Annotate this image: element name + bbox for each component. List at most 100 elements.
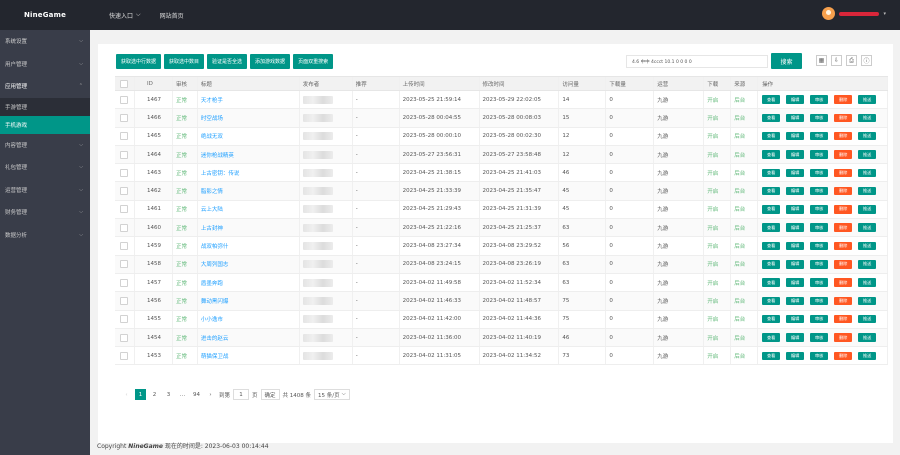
cell-download-toggle[interactable]: 开启: [704, 182, 732, 200]
row-checkbox[interactable]: [120, 113, 129, 122]
review-button[interactable]: 审核: [810, 314, 829, 324]
last-page-button[interactable]: 94: [191, 389, 202, 400]
edit-button[interactable]: 编辑: [786, 314, 805, 324]
edit-button[interactable]: 编辑: [786, 205, 805, 214]
review-button[interactable]: 审核: [810, 205, 829, 214]
review-button[interactable]: 审核: [810, 168, 829, 178]
table-row[interactable]: 1455 正常 小小逸市 -2023-04-02 11:42:00 2023-04-02…: [115, 310, 888, 329]
delete-button[interactable]: 删除: [834, 260, 853, 269]
sidebar-item-data-analysis[interactable]: 数据分析 ⌵: [0, 224, 90, 247]
row-checkbox[interactable]: [120, 260, 129, 269]
edit-button[interactable]: 编辑: [786, 333, 805, 342]
edit-button[interactable]: 编辑: [786, 186, 805, 196]
review-button[interactable]: 审核: [810, 260, 829, 269]
review-button[interactable]: 审核: [810, 351, 829, 361]
review-button[interactable]: 审核: [810, 131, 829, 141]
row-checkbox[interactable]: [120, 95, 129, 104]
cell-download-toggle[interactable]: 开启: [704, 237, 732, 255]
cell-title-link[interactable]: 迷你枪战精英: [198, 145, 300, 164]
page-2-button[interactable]: 2: [149, 389, 160, 400]
push-button[interactable]: 推送: [858, 113, 877, 123]
push-button[interactable]: 推送: [858, 333, 877, 342]
select-all-checkbox[interactable]: [120, 79, 129, 88]
search-button[interactable]: 搜索: [771, 53, 802, 69]
quick-entry-menu[interactable]: 快速入口 ⌵: [109, 11, 141, 20]
row-checkbox[interactable]: [120, 205, 129, 214]
cell-title-link[interactable]: 时空战场: [198, 109, 300, 127]
sidebar-item-system-settings[interactable]: 系统设置 ⌵: [0, 30, 90, 53]
edit-button[interactable]: 编辑: [786, 95, 805, 104]
delete-button[interactable]: 删除: [834, 95, 853, 104]
delete-button[interactable]: 删除: [834, 314, 853, 324]
delete-button[interactable]: 删除: [834, 351, 853, 361]
table-row[interactable]: 1464 正常 迷你枪战精英 -2023-05-27 23:56:31 2023-05-…: [115, 145, 888, 165]
avatar[interactable]: [822, 7, 836, 20]
next-page-button[interactable]: ›: [205, 389, 216, 400]
cell-download-toggle[interactable]: 开启: [704, 292, 732, 310]
cell-title-link[interactable]: 大周列国志: [198, 255, 300, 273]
cell-download-toggle[interactable]: 开启: [704, 328, 732, 347]
view-button[interactable]: 查看: [762, 314, 781, 324]
cell-title-link[interactable]: 上古封神: [198, 219, 300, 237]
cell-download-toggle[interactable]: 开启: [704, 109, 732, 127]
edit-button[interactable]: 编辑: [786, 296, 805, 306]
edit-button[interactable]: 编辑: [786, 113, 805, 123]
push-button[interactable]: 推送: [858, 131, 877, 141]
delete-button[interactable]: 删除: [834, 333, 853, 342]
table-row[interactable]: 1461 正常 云上大陆 -2023-04-25 21:29:43 2023-04-25…: [115, 200, 888, 220]
username-redacted[interactable]: [839, 11, 880, 16]
table-row[interactable]: 1462 正常 脂影之情 -2023-04-25 21:33:39 2023-04-25…: [115, 182, 888, 201]
info-icon[interactable]: ⓘ: [861, 55, 872, 66]
delete-button[interactable]: 删除: [834, 131, 853, 141]
add-game-button[interactable]: 添加游戏数据: [250, 54, 291, 69]
push-button[interactable]: 推送: [858, 351, 877, 361]
page-1-button[interactable]: 1: [135, 389, 146, 400]
sidebar-item-content-management[interactable]: 内容管理 ⌵: [0, 134, 90, 157]
delete-button[interactable]: 删除: [834, 278, 853, 287]
row-checkbox[interactable]: [120, 150, 129, 159]
row-checkbox[interactable]: [120, 168, 129, 177]
delete-button[interactable]: 删除: [834, 223, 853, 232]
row-checkbox[interactable]: [120, 242, 129, 251]
view-button[interactable]: 查看: [762, 278, 781, 287]
page-size-select[interactable]: 15 条/页 ⌵: [314, 389, 350, 400]
cell-title-link[interactable]: 脂影之情: [198, 182, 300, 200]
review-button[interactable]: 审核: [810, 223, 829, 232]
cell-download-toggle[interactable]: 开启: [704, 164, 732, 182]
cell-title-link[interactable]: 上古密钥：传说: [198, 164, 300, 182]
sidebar-item-app-management[interactable]: 应用管理 ⌃: [0, 75, 90, 98]
table-row[interactable]: 1458 正常 大周列国志 -2023-04-08 23:24:15 2023-04-0…: [115, 255, 888, 274]
review-button[interactable]: 审核: [810, 186, 829, 196]
sidebar-item-operations-management[interactable]: 运营管理 ⌵: [0, 179, 90, 202]
view-button[interactable]: 查看: [762, 150, 781, 159]
push-button[interactable]: 推送: [858, 241, 877, 251]
row-checkbox[interactable]: [120, 296, 129, 305]
cell-title-link[interactable]: 绝战无双: [198, 127, 300, 145]
cell-download-toggle[interactable]: 开启: [704, 145, 732, 164]
review-button[interactable]: 审核: [810, 113, 829, 123]
edit-button[interactable]: 编辑: [786, 260, 805, 269]
review-button[interactable]: 审核: [810, 296, 829, 306]
export-icon[interactable]: ⇩: [831, 55, 842, 66]
prev-page-button[interactable]: ‹: [121, 389, 132, 400]
row-checkbox[interactable]: [120, 351, 129, 360]
cell-title-link[interactable]: 战双帕弥什: [198, 237, 300, 255]
page-search-button[interactable]: 页面双重搜索: [293, 54, 334, 69]
sidebar-item-user-management[interactable]: 用户管理 ⌵: [0, 53, 90, 76]
view-button[interactable]: 查看: [762, 296, 781, 306]
edit-button[interactable]: 编辑: [786, 131, 805, 141]
edit-button[interactable]: 编辑: [786, 223, 805, 232]
view-button[interactable]: 查看: [762, 131, 781, 141]
push-button[interactable]: 推送: [858, 150, 877, 159]
page-3-button[interactable]: 3: [163, 389, 174, 400]
cell-download-toggle[interactable]: 开启: [704, 273, 732, 292]
view-button[interactable]: 查看: [762, 351, 781, 361]
table-row[interactable]: 1459 正常 战双帕弥什 -2023-04-08 23:27:34 2023-04-0…: [115, 237, 888, 256]
review-button[interactable]: 审核: [810, 150, 829, 159]
delete-button[interactable]: 删除: [834, 113, 853, 123]
delete-button[interactable]: 删除: [834, 241, 853, 251]
row-checkbox[interactable]: [120, 333, 129, 342]
view-button[interactable]: 查看: [762, 241, 781, 251]
print-icon[interactable]: ⎙: [846, 55, 857, 66]
cell-title-link[interactable]: 萌猫保卫战: [198, 347, 300, 365]
